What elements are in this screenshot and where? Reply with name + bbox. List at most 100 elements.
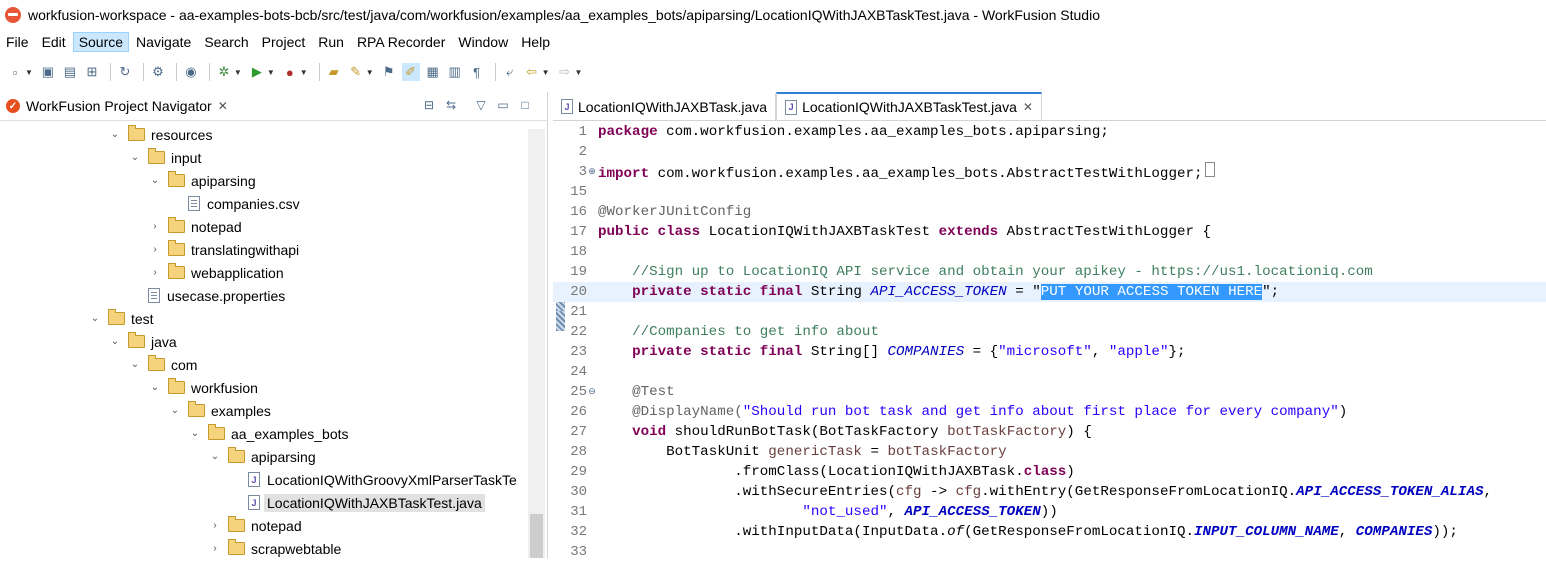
binary-icon[interactable]: ⊞ bbox=[83, 63, 101, 81]
close-icon[interactable]: ✕ bbox=[218, 99, 228, 113]
link-with-editor-icon[interactable]: ⇆ bbox=[443, 97, 459, 113]
workfusion-navigator-icon: ✓ bbox=[6, 99, 20, 113]
maximize-icon[interactable]: □ bbox=[517, 97, 533, 113]
forward-icon[interactable]: ⇨ bbox=[556, 63, 574, 81]
gear-icon[interactable]: ⚙ bbox=[149, 63, 167, 81]
collapse-fold-icon[interactable]: ⊖ bbox=[587, 387, 597, 397]
folder-icon bbox=[168, 171, 185, 187]
back-icon[interactable]: ⇦ bbox=[523, 63, 541, 81]
main-toolbar: ▫ ▼ ▣ ▤ ⊞ ↻ ⚙ ◉ ✲ ▼ ▶ ▼ ● ▼ ▰ ✎ ▼ ⚑ ✐ ▦ ▥ ¶ ⤶… bbox=[0, 58, 1546, 86]
external-tools-icon[interactable]: ● bbox=[281, 63, 299, 81]
code-line: 33 bbox=[570, 544, 587, 560]
chevron-down-icon[interactable]: ⌄ bbox=[168, 405, 182, 416]
chevron-down-icon[interactable]: ⌄ bbox=[128, 152, 142, 163]
open-type-icon[interactable]: ✎ bbox=[347, 63, 365, 81]
menu-file[interactable]: File bbox=[0, 32, 35, 52]
tree-item[interactable]: › notepad bbox=[208, 514, 302, 537]
view-menu-icon[interactable]: ▽ bbox=[473, 97, 489, 113]
back-dropdown-icon[interactable]: ▼ bbox=[542, 68, 550, 77]
chevron-down-icon[interactable]: ⌄ bbox=[108, 336, 122, 347]
chevron-right-icon[interactable]: › bbox=[148, 267, 162, 278]
tree-item[interactable]: › notepad bbox=[148, 215, 242, 238]
new-icon[interactable]: ▫ bbox=[6, 63, 24, 81]
tree-item[interactable]: ⌄ com bbox=[128, 353, 197, 376]
code-line: 18 bbox=[570, 244, 587, 260]
run-dropdown-icon[interactable]: ▼ bbox=[267, 68, 275, 77]
code-line: 29 .fromClass(LocationIQWithJAXBTask.cla… bbox=[570, 464, 1075, 480]
chevron-right-icon[interactable]: › bbox=[208, 520, 222, 531]
collapse-all-icon[interactable]: ⊟ bbox=[421, 97, 437, 113]
toolbar-separator bbox=[494, 63, 496, 81]
tab-project-navigator[interactable]: ✓ WorkFusion Project Navigator ✕ bbox=[0, 92, 234, 120]
chevron-down-icon[interactable]: ⌄ bbox=[88, 313, 102, 324]
tree-item[interactable]: ⌄ aa_examples_bots bbox=[188, 422, 349, 445]
tree-item[interactable]: ⌄ resources bbox=[108, 123, 212, 146]
highlight-icon[interactable]: ✐ bbox=[401, 63, 420, 81]
tab-locationiq-jaxb-task[interactable]: J LocationIQWithJAXBTask.java bbox=[553, 93, 777, 120]
chevron-right-icon[interactable]: › bbox=[208, 543, 222, 554]
menu-search[interactable]: Search bbox=[198, 32, 254, 52]
tree-item[interactable]: ⌄ java bbox=[108, 330, 177, 353]
tree-item[interactable]: › translatingwithapi bbox=[148, 238, 299, 261]
menu-help[interactable]: Help bbox=[515, 32, 556, 52]
tree-item[interactable]: › webapplication bbox=[148, 261, 284, 284]
tree-item[interactable]: › scrapwebtable bbox=[208, 537, 341, 557]
toggle-block-icon[interactable]: ▦ bbox=[424, 63, 442, 81]
chevron-right-icon[interactable]: › bbox=[148, 221, 162, 232]
menu-navigate[interactable]: Navigate bbox=[130, 32, 197, 52]
chevron-down-icon[interactable]: ⌄ bbox=[148, 175, 162, 186]
paragraph-icon[interactable]: ¶ bbox=[468, 63, 486, 81]
code-line: 22 //Companies to get info about bbox=[570, 324, 879, 340]
chevron-down-icon[interactable]: ⌄ bbox=[148, 382, 162, 393]
tab-locationiq-jaxb-task-test[interactable]: J LocationIQWithJAXBTaskTest.java ✕ bbox=[776, 92, 1042, 120]
window-title: workfusion-workspace - aa-examples-bots-… bbox=[28, 7, 1100, 23]
save-icon[interactable]: ▣ bbox=[39, 63, 57, 81]
save-all-icon[interactable]: ▤ bbox=[61, 63, 79, 81]
code-line: 32 .withInputData(InputData.of(GetRespon… bbox=[570, 524, 1458, 540]
tree-item[interactable]: J LocationIQWithGroovyXmlParserTaskTe bbox=[228, 468, 517, 491]
tree-item[interactable]: companies.csv bbox=[168, 192, 300, 215]
tree-item[interactable]: usecase.properties bbox=[128, 284, 285, 307]
globe-icon[interactable]: ◉ bbox=[182, 63, 200, 81]
external-tools-dropdown-icon[interactable]: ▼ bbox=[300, 68, 308, 77]
file-icon bbox=[188, 196, 200, 211]
tree-item[interactable]: ⌄ apiparsing bbox=[148, 169, 256, 192]
new-dropdown-icon[interactable]: ▼ bbox=[25, 68, 33, 77]
toolbar-separator bbox=[208, 63, 210, 81]
chevron-down-icon[interactable]: ⌄ bbox=[128, 359, 142, 370]
tree-item[interactable]: ⌄ workfusion bbox=[148, 376, 258, 399]
run-icon[interactable]: ▶ bbox=[248, 63, 266, 81]
menu-window[interactable]: Window bbox=[452, 32, 514, 52]
code-line: 17 public class LocationIQWithJAXBTaskTes… bbox=[570, 224, 1212, 240]
navigator-scrollbar[interactable] bbox=[528, 129, 545, 558]
tree-item[interactable]: ⌄ examples bbox=[168, 399, 271, 422]
folded-block-icon[interactable] bbox=[1204, 162, 1215, 177]
open-folder-icon[interactable]: ▰ bbox=[325, 63, 343, 81]
menu-run[interactable]: Run bbox=[312, 32, 350, 52]
scrollbar-thumb[interactable] bbox=[530, 514, 543, 558]
last-edit-icon[interactable]: ⤶ bbox=[501, 63, 519, 81]
chevron-down-icon[interactable]: ⌄ bbox=[188, 428, 202, 439]
debug-dropdown-icon[interactable]: ▼ bbox=[234, 68, 242, 77]
menu-rpa-recorder[interactable]: RPA Recorder bbox=[351, 32, 451, 52]
forward-dropdown-icon[interactable]: ▼ bbox=[575, 68, 583, 77]
minimize-icon[interactable]: ▭ bbox=[495, 97, 511, 113]
tree-item-selected[interactable]: J LocationIQWithJAXBTaskTest.java bbox=[228, 491, 485, 514]
navigator-tools: ⊟ ⇆ ▽ ▭ □ bbox=[415, 97, 533, 113]
chevron-down-icon[interactable]: ⌄ bbox=[208, 451, 222, 462]
chevron-right-icon[interactable]: › bbox=[148, 244, 162, 255]
expand-fold-icon[interactable]: ⊕ bbox=[587, 167, 597, 177]
chevron-down-icon[interactable]: ⌄ bbox=[108, 129, 122, 140]
tree-item[interactable]: ⌄ input bbox=[128, 146, 201, 169]
menu-source[interactable]: Source bbox=[72, 31, 130, 52]
pin-icon[interactable]: ⚑ bbox=[380, 63, 398, 81]
refresh-icon[interactable]: ↻ bbox=[116, 63, 134, 81]
tree-item[interactable]: ⌄ test bbox=[88, 307, 154, 330]
close-icon[interactable]: ✕ bbox=[1023, 100, 1033, 114]
debug-icon[interactable]: ✲ bbox=[215, 63, 233, 81]
show-whitespace-icon[interactable]: ▥ bbox=[446, 63, 464, 81]
open-type-dropdown-icon[interactable]: ▼ bbox=[366, 68, 374, 77]
menu-project[interactable]: Project bbox=[256, 32, 312, 52]
menu-edit[interactable]: Edit bbox=[36, 32, 72, 52]
tree-item[interactable]: ⌄ apiparsing bbox=[208, 445, 316, 468]
